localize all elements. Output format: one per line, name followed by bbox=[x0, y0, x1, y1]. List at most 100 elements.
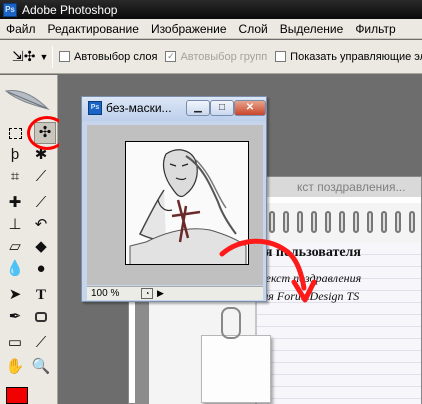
lasso-tool-icon: ϸ bbox=[10, 146, 20, 163]
pencil-sketch-portrait bbox=[126, 142, 248, 264]
magic-wand-tool-icon: ✱ bbox=[34, 146, 48, 163]
auto-select-layer-label: Автовыбор слоя bbox=[74, 50, 158, 63]
menu-filter[interactable]: Фильтр bbox=[349, 22, 401, 36]
document-window-small[interactable]: Ps без-маски... ▁ □ ✕ 100 % ◔ ▶ bbox=[81, 96, 267, 302]
notebook-heading: ля пользователя bbox=[257, 245, 361, 260]
dodge-tool-button[interactable]: ● bbox=[30, 258, 52, 280]
app-title: Adobe Photoshop bbox=[22, 2, 118, 17]
paint-bucket-tool-button[interactable]: ◆ bbox=[30, 236, 52, 258]
show-transform-controls-checkbox[interactable]: Показать управляющие эле bbox=[275, 51, 422, 63]
paper-clip bbox=[221, 307, 241, 339]
document-title: без-маски... bbox=[106, 101, 172, 115]
eraser-tool-icon: ▱ bbox=[9, 238, 21, 255]
notebook-spiral-ring bbox=[311, 211, 317, 233]
sticky-note bbox=[201, 335, 271, 403]
notes-tool-icon: ▭ bbox=[7, 334, 23, 351]
menu-bar: Файл Редактирование Изображение Слой Выд… bbox=[0, 19, 422, 39]
checkbox-box[interactable] bbox=[275, 51, 287, 62]
hand-tool-button[interactable]: ✋ bbox=[4, 356, 26, 378]
marquee-tool-button[interactable] bbox=[4, 122, 26, 144]
document-statusbar: 100 % ◔ ▶ bbox=[87, 286, 263, 300]
auto-select-groups-label: Автовыбор групп bbox=[180, 50, 268, 63]
show-transform-controls-label: Показать управляющие эле bbox=[290, 50, 422, 63]
blur-tool-button[interactable]: 💧 bbox=[4, 258, 26, 280]
pen-tool-icon: ✒ bbox=[8, 308, 22, 325]
path-selection-tool-button[interactable]: ➤ bbox=[4, 284, 26, 306]
eyedropper-slice-tool-icon: ⟋ bbox=[35, 168, 47, 185]
crop-tool-button[interactable]: ⌗ bbox=[4, 166, 26, 188]
notebook-spiral-ring bbox=[297, 211, 303, 233]
pen-tool-button[interactable]: ✒ bbox=[4, 306, 26, 328]
notebook-line-forum: для ForumDesign TS bbox=[257, 289, 360, 303]
window-titlebar: Ps Adobe Photoshop bbox=[0, 0, 422, 19]
magic-wand-tool-button[interactable]: ✱ bbox=[30, 144, 52, 166]
slice-tool-button[interactable]: ⟋ bbox=[30, 166, 52, 188]
close-button[interactable]: ✕ bbox=[234, 100, 266, 116]
tool-preset-picker[interactable]: ⇲✣ ▼ bbox=[12, 46, 49, 68]
document-canvas[interactable] bbox=[87, 125, 263, 285]
eyedropper-tool-button[interactable]: ⟋ bbox=[30, 332, 52, 354]
document-info-icon[interactable]: ◔ bbox=[141, 288, 153, 299]
hand-tool-icon: ✋ bbox=[5, 358, 25, 375]
checkbox-box[interactable] bbox=[59, 51, 70, 62]
shape-tool-button[interactable] bbox=[30, 306, 52, 328]
type-tool-icon: T bbox=[35, 287, 46, 303]
notebook-spiral-ring bbox=[381, 211, 387, 233]
photoshop-doc-icon: Ps bbox=[88, 101, 102, 115]
blur-tool-icon: 💧 bbox=[5, 260, 25, 277]
document-titlebar[interactable]: Ps без-маски... ▁ □ ✕ bbox=[82, 97, 266, 121]
maximize-icon: □ bbox=[218, 102, 226, 113]
notebook-line-greeting: текст поздравления bbox=[257, 271, 362, 285]
lasso-tool-button[interactable]: ϸ bbox=[4, 144, 26, 166]
crop-tool-icon: ⌗ bbox=[10, 168, 20, 185]
move-tool-icon: ✣ bbox=[38, 124, 52, 141]
history-brush-tool-button[interactable]: ↶ bbox=[30, 214, 52, 236]
healing-brush-tool-button[interactable]: ✚ bbox=[4, 192, 26, 214]
eraser-tool-button[interactable]: ▱ bbox=[4, 236, 26, 258]
clone-stamp-tool-button[interactable]: ⊥ bbox=[4, 214, 26, 236]
move-tool-button[interactable]: ✣ bbox=[34, 122, 56, 144]
checkbox-box-checked[interactable]: ✓ bbox=[165, 51, 177, 62]
menu-select[interactable]: Выделение bbox=[274, 22, 350, 36]
history-brush-tool-icon: ↶ bbox=[34, 216, 48, 233]
healing-brush-tool-icon: ✚ bbox=[8, 194, 22, 211]
auto-select-layer-checkbox[interactable]: Автовыбор слоя bbox=[59, 51, 157, 63]
zoom-tool-button[interactable]: 🔍 bbox=[30, 356, 52, 378]
menu-file[interactable]: Файл bbox=[0, 22, 42, 36]
shape-tool-icon bbox=[35, 312, 47, 323]
menu-edit[interactable]: Редактирование bbox=[42, 22, 145, 36]
notebook-spiral-ring bbox=[325, 211, 331, 233]
zoom-level[interactable]: 100 % bbox=[91, 287, 133, 300]
chevron-down-icon: ▼ bbox=[39, 51, 49, 62]
notebook-spiral-ring bbox=[339, 211, 345, 233]
eyedropper-tool-icon: ⟋ bbox=[35, 334, 47, 351]
dodge-tool-icon: ● bbox=[36, 260, 46, 277]
type-tool-button[interactable]: T bbox=[30, 284, 52, 306]
menu-layer[interactable]: Слой bbox=[233, 22, 274, 36]
menu-image[interactable]: Изображение bbox=[145, 22, 233, 36]
notebook-spiral-ring bbox=[395, 211, 401, 233]
photoshop-feather-logo bbox=[4, 90, 50, 111]
notebook-page: ля пользователя текст поздравления для F… bbox=[255, 243, 421, 404]
zoom-tool-icon: 🔍 bbox=[31, 358, 51, 375]
notes-tool-button[interactable]: ▭ bbox=[4, 332, 26, 354]
photoshop-app-icon: Ps bbox=[3, 2, 17, 17]
minimize-button[interactable]: ▁ bbox=[186, 100, 210, 116]
maximize-button[interactable]: □ bbox=[210, 100, 234, 116]
notebook-spiral-ring bbox=[269, 211, 275, 233]
minimize-icon: ▁ bbox=[194, 102, 202, 113]
brush-tool-button[interactable]: ⟋ bbox=[30, 192, 52, 214]
document-title: кст поздравления... bbox=[297, 180, 406, 194]
clone-stamp-tool-icon: ⊥ bbox=[8, 216, 22, 233]
foreground-color-swatch[interactable] bbox=[6, 387, 28, 404]
notebook-spiral-ring bbox=[367, 211, 373, 233]
options-separator bbox=[52, 45, 53, 68]
status-menu-arrow-icon[interactable]: ▶ bbox=[157, 287, 164, 300]
notebook-spiral-ring bbox=[283, 211, 289, 233]
marquee-tool-icon bbox=[8, 127, 22, 139]
paint-bucket-tool-icon: ◆ bbox=[35, 238, 47, 255]
auto-select-groups-checkbox[interactable]: ✓ Автовыбор групп bbox=[165, 51, 267, 63]
brush-tool-icon: ⟋ bbox=[35, 194, 47, 211]
sketch-image bbox=[125, 141, 249, 265]
move-tool-icon: ⇲✣ bbox=[12, 48, 36, 64]
